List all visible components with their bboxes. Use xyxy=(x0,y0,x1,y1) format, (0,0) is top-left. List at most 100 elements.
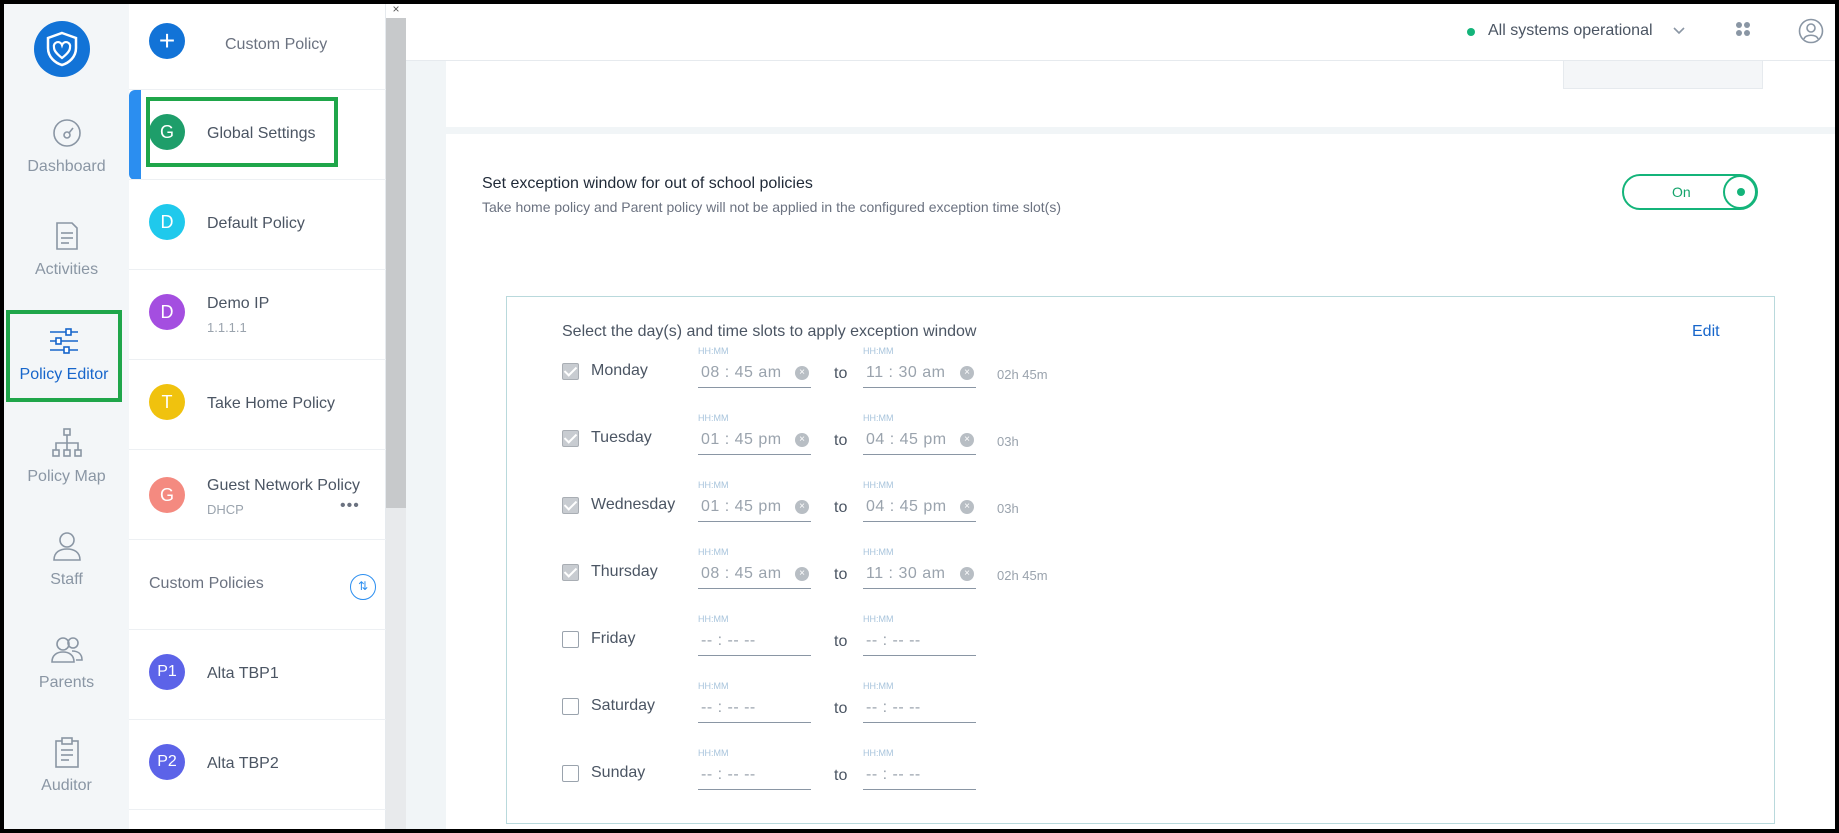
day-checkbox[interactable] xyxy=(562,765,579,782)
user-avatar-icon[interactable] xyxy=(1798,18,1824,44)
day-checkbox[interactable] xyxy=(562,497,579,514)
policy-sub: 1.1.1.1 xyxy=(207,320,247,335)
shield-logo-icon[interactable] xyxy=(34,21,90,77)
apps-grid-icon[interactable] xyxy=(1735,21,1751,37)
highlight-box xyxy=(146,97,338,167)
input-box[interactable] xyxy=(1563,61,1763,89)
from-time-input[interactable]: HH:MM -- : -- -- xyxy=(698,681,811,723)
day-name: Thursday xyxy=(591,563,658,580)
duration-label: 03h xyxy=(997,434,1019,449)
policy-item-take-home[interactable]: T Take Home Policy xyxy=(129,360,386,450)
policy-avatar: P2 xyxy=(149,744,185,780)
clear-icon[interactable]: × xyxy=(960,366,974,380)
from-time-value: 08 : 45 am xyxy=(701,364,782,381)
add-custom-policy[interactable]: + Custom Policy xyxy=(129,4,386,90)
from-time-input[interactable]: HH:MM 08 : 45 am × xyxy=(698,547,811,589)
to-label: to xyxy=(834,499,848,516)
nav-auditor[interactable]: Auditor xyxy=(4,735,129,829)
main-nav: Dashboard Activities Policy Editor Polic… xyxy=(4,4,129,829)
sort-icon[interactable]: ⇅ xyxy=(350,574,376,600)
to-time-input[interactable]: HH:MM -- : -- -- xyxy=(863,614,976,656)
settings-card-top xyxy=(446,61,1835,127)
clear-icon[interactable]: × xyxy=(795,433,809,447)
day-checkbox[interactable] xyxy=(562,698,579,715)
day-checkbox[interactable] xyxy=(562,430,579,447)
duration-label: 02h 45m xyxy=(997,568,1048,583)
exception-subtitle: Take home policy and Parent policy will … xyxy=(482,199,1061,215)
to-time-input[interactable]: HH:MM -- : -- -- xyxy=(863,748,976,790)
clear-icon[interactable]: × xyxy=(795,567,809,581)
to-time-value: 04 : 45 pm xyxy=(866,498,947,515)
day-name: Saturday xyxy=(591,697,656,714)
panel-title: Select the day(s) and time slots to appl… xyxy=(562,323,977,340)
from-time-input[interactable]: HH:MM 01 : 45 pm × xyxy=(698,413,811,455)
to-time-input[interactable]: HH:MM 04 : 45 pm × xyxy=(863,413,976,455)
exception-window-card: Set exception window for out of school p… xyxy=(446,134,1835,829)
to-time-input[interactable]: HH:MM 04 : 45 pm × xyxy=(863,480,976,522)
clear-icon[interactable]: × xyxy=(795,366,809,380)
day-checkbox[interactable] xyxy=(562,363,579,380)
to-label: to xyxy=(834,633,848,650)
policy-item-guest-network[interactable]: G Guest Network Policy DHCP ••• xyxy=(129,450,386,540)
policy-sub: DHCP xyxy=(207,502,244,517)
from-time-input[interactable]: HH:MM -- : -- -- xyxy=(698,748,811,790)
app-window: Dashboard Activities Policy Editor Polic… xyxy=(4,4,1835,829)
person-icon xyxy=(52,532,81,561)
to-label: to xyxy=(834,365,848,382)
day-name: Monday xyxy=(591,362,648,379)
policy-name: Take Home Policy xyxy=(207,395,336,412)
clear-icon[interactable]: × xyxy=(960,500,974,514)
exception-toggle[interactable]: On xyxy=(1622,174,1758,210)
clear-icon[interactable]: × xyxy=(795,500,809,514)
clear-icon[interactable]: × xyxy=(960,433,974,447)
add-custom-policy-label: Custom Policy xyxy=(225,36,328,53)
status-dot-icon xyxy=(1467,28,1475,36)
day-name: Wednesday xyxy=(591,496,676,513)
plus-icon[interactable]: + xyxy=(149,23,185,59)
to-time-input[interactable]: HH:MM -- : -- -- xyxy=(863,681,976,723)
nav-parents[interactable]: Parents xyxy=(4,632,129,728)
duration-label: 02h 45m xyxy=(997,367,1048,382)
day-row: Monday HH:MM 08 : 45 am × to HH:MM 11 : 30 am ×… xyxy=(507,341,1776,397)
time-hint: HH:MM xyxy=(698,480,729,490)
day-checkbox[interactable] xyxy=(562,564,579,581)
from-time-input[interactable]: HH:MM -- : -- -- xyxy=(698,614,811,656)
nav-activities[interactable]: Activities xyxy=(4,219,129,315)
time-hint: HH:MM xyxy=(698,547,729,557)
nav-label: Policy Editor xyxy=(19,366,109,383)
policy-avatar: T xyxy=(149,384,185,420)
duration-label: 03h xyxy=(997,501,1019,516)
from-time-input[interactable]: HH:MM 01 : 45 pm × xyxy=(698,480,811,522)
policy-list-scrollbar[interactable] xyxy=(386,18,406,829)
day-row: Wednesday HH:MM 01 : 45 pm × to HH:MM 04 : 45 … xyxy=(507,475,1776,531)
clear-icon[interactable]: × xyxy=(960,567,974,581)
exception-days-panel: Select the day(s) and time slots to appl… xyxy=(506,296,1775,824)
policy-item-default[interactable]: D Default Policy xyxy=(129,180,386,270)
chevron-down-icon[interactable] xyxy=(1672,26,1686,36)
to-time-input[interactable]: HH:MM 11 : 30 am × xyxy=(863,547,976,589)
time-hint: HH:MM xyxy=(698,748,729,758)
system-status[interactable]: All systems operational xyxy=(1488,22,1653,40)
nav-policy-map[interactable]: Policy Map xyxy=(4,426,129,522)
nav-staff[interactable]: Staff xyxy=(4,529,129,625)
edit-button[interactable]: Edit xyxy=(1692,323,1720,341)
day-row: Sunday HH:MM -- : -- -- to HH:MM -- : -- -- xyxy=(507,743,1776,799)
from-time-input[interactable]: HH:MM 08 : 45 am × xyxy=(698,346,811,388)
nav-policy-editor[interactable]: Policy Editor xyxy=(6,310,122,402)
scrollbar-thumb[interactable] xyxy=(386,18,406,508)
custom-policies-header: Custom Policies ⇅ xyxy=(129,540,386,630)
from-time-value: 01 : 45 pm xyxy=(701,431,782,448)
more-options-icon[interactable]: ••• xyxy=(340,497,360,515)
nav-label: Auditor xyxy=(41,777,92,794)
policy-item-demo-ip[interactable]: D Demo IP 1.1.1.1 xyxy=(129,270,386,360)
to-label: to xyxy=(834,767,848,784)
day-checkbox[interactable] xyxy=(562,631,579,648)
day-name: Tuesday xyxy=(591,429,652,446)
nav-dashboard[interactable]: Dashboard xyxy=(4,116,129,212)
close-icon[interactable]: × xyxy=(386,4,406,18)
policy-list: + Custom Policy G Global Settings D Defa… xyxy=(129,4,386,829)
to-time-input[interactable]: HH:MM 11 : 30 am × xyxy=(863,346,976,388)
policy-item-alta-tbp2[interactable]: P2 Alta TBP2 xyxy=(129,720,386,810)
day-name: Friday xyxy=(591,630,636,647)
policy-item-alta-tbp1[interactable]: P1 Alta TBP1 xyxy=(129,630,386,720)
